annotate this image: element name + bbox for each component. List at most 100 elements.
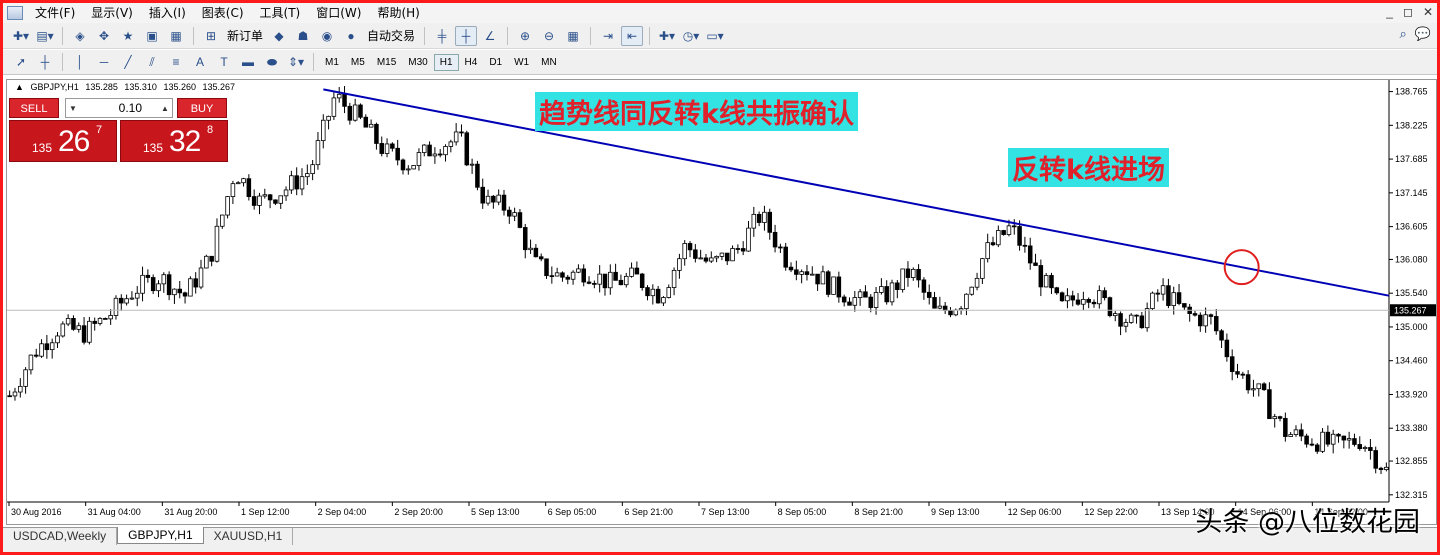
price-tick-label: 136.080 <box>1395 254 1428 264</box>
candle-body <box>953 309 959 316</box>
sell-button[interactable]: SELL <box>9 98 59 118</box>
timeframe-h1[interactable]: H1 <box>433 53 459 71</box>
horizontal-line-icon[interactable]: ─ <box>93 52 115 72</box>
indicators-icon[interactable]: ✚▾ <box>656 26 678 46</box>
timeframe-m1[interactable]: M1 <box>319 54 345 71</box>
tile-windows-icon[interactable]: ▦ <box>562 26 584 46</box>
text-tool-icon[interactable]: A <box>189 52 211 72</box>
signals-icon[interactable]: ☗ <box>292 26 314 46</box>
time-tick-label: 12 Sep 06:00 <box>1008 507 1062 517</box>
menu-help[interactable]: 帮助(H) <box>371 3 429 23</box>
menu-tools[interactable]: 工具(T) <box>254 3 311 23</box>
ellipse-icon[interactable]: ⬬ <box>261 52 283 72</box>
tab-gbpjpy[interactable]: GBPJPY,H1 <box>117 527 204 544</box>
sell-price-box[interactable]: 135 26 7 <box>9 120 117 162</box>
line-chart-icon[interactable]: ∠ <box>479 26 501 46</box>
menu-window[interactable]: 窗口(W) <box>310 3 371 23</box>
candle-body <box>1288 434 1293 437</box>
new-order-icon[interactable]: ⊞ <box>200 26 222 46</box>
candle-body <box>262 194 268 197</box>
close-button[interactable]: ✕ <box>1423 5 1433 19</box>
fibonacci-icon[interactable]: ≡ <box>165 52 187 72</box>
candle-body <box>321 119 326 142</box>
timeframe-d1[interactable]: D1 <box>483 54 508 71</box>
search-icon[interactable]: ⌕ <box>1400 26 1407 42</box>
candle-body <box>831 276 836 295</box>
navigator-icon[interactable]: ✥ <box>93 26 115 46</box>
candle-body <box>1251 388 1256 391</box>
new-order-button[interactable]: 新订单 <box>223 27 267 44</box>
candle-body <box>948 310 953 316</box>
candle-body <box>1203 314 1208 327</box>
symbol-close: 135.267 <box>202 82 236 92</box>
auto-trading-icon[interactable]: ● <box>340 26 362 46</box>
cursor-icon[interactable]: ➚ <box>10 52 32 72</box>
channel-icon[interactable]: ⫽ <box>141 52 163 72</box>
candle-body <box>634 267 640 275</box>
candle-body <box>65 318 71 325</box>
current-price-label: 135.267 <box>1394 305 1427 315</box>
auto-trading-button[interactable]: 自动交易 <box>363 27 419 44</box>
trendline-icon[interactable]: ╱ <box>117 52 139 72</box>
candle-body <box>459 131 464 134</box>
candle-body <box>76 325 82 330</box>
periods-icon[interactable]: ◷▾ <box>680 26 702 46</box>
tab-usdcad[interactable]: USDCAD,Weekly <box>3 528 118 545</box>
candle-body <box>1081 299 1086 305</box>
chat-icon[interactable]: 💬 <box>1415 26 1431 42</box>
candle-body <box>1368 447 1373 451</box>
lot-size-field[interactable]: ▼ 0.10 ▲ <box>65 98 173 118</box>
text-label-icon[interactable]: T <box>213 52 235 72</box>
candle-body <box>698 257 703 260</box>
menu-view[interactable]: 显示(V) <box>85 3 143 23</box>
timeframe-m5[interactable]: M5 <box>345 54 371 71</box>
symbol-expand-icon[interactable]: ▲ <box>15 82 24 92</box>
crosshair-icon[interactable]: ┼ <box>34 52 56 72</box>
candle-body <box>119 297 124 304</box>
menu-file[interactable]: 文件(F) <box>29 3 85 23</box>
candle-body <box>1086 299 1091 303</box>
templates-icon[interactable]: ▭▾ <box>704 26 726 46</box>
metaeditor-icon[interactable]: ◆ <box>268 26 290 46</box>
candle-body <box>289 175 294 191</box>
zoom-out-icon[interactable]: ⊖ <box>538 26 560 46</box>
timeframe-m15[interactable]: M15 <box>371 54 402 71</box>
lot-size-value[interactable]: 0.10 <box>80 101 158 115</box>
strategy-tester-icon[interactable]: ▦ <box>165 26 187 46</box>
radio-icon[interactable]: ◉ <box>316 26 338 46</box>
new-chart-icon[interactable]: ✚▾ <box>10 26 32 46</box>
zoom-in-icon[interactable]: ⊕ <box>514 26 536 46</box>
candle-body <box>23 369 28 387</box>
candle-body <box>71 318 76 330</box>
toolbar-divider <box>62 53 63 71</box>
rectangle-icon[interactable]: ▬ <box>237 52 259 72</box>
arrows-icon[interactable]: ⇕▾ <box>285 52 307 72</box>
menu-charts[interactable]: 图表(C) <box>196 3 254 23</box>
candlestick-icon[interactable]: ┼ <box>455 25 478 46</box>
candle-body <box>932 297 937 309</box>
market-watch-icon[interactable]: ◈ <box>69 26 91 46</box>
vertical-line-icon[interactable]: │ <box>69 52 91 72</box>
time-tick-label: 7 Sep 13:00 <box>701 507 750 517</box>
chart-shift-icon[interactable]: ⇤ <box>621 25 644 46</box>
terminal-icon[interactable]: ▣ <box>141 26 163 46</box>
lot-up-icon[interactable]: ▲ <box>158 104 172 113</box>
restore-button[interactable]: ◻ <box>1403 5 1413 19</box>
timeframe-mn[interactable]: MN <box>535 54 563 71</box>
candle-body <box>103 318 108 320</box>
minimize-button[interactable]: _ <box>1386 5 1393 19</box>
timeframe-h4[interactable]: H4 <box>459 54 484 71</box>
auto-scroll-icon[interactable]: ⇥ <box>597 26 619 46</box>
bar-chart-icon[interactable]: ╪ <box>431 26 453 46</box>
timeframe-m30[interactable]: M30 <box>402 54 433 71</box>
timeframe-w1[interactable]: W1 <box>508 54 535 71</box>
profiles-icon[interactable]: ▤▾ <box>34 26 56 46</box>
chart-window[interactable]: ▲ GBPJPY,H1 135.285 135.310 135.260 135.… <box>6 79 1437 525</box>
favorites-icon[interactable]: ★ <box>117 26 139 46</box>
buy-price-box[interactable]: 135 32 8 <box>120 120 228 162</box>
candle-body <box>1102 290 1107 299</box>
buy-button[interactable]: BUY <box>177 98 227 118</box>
menu-insert[interactable]: 插入(I) <box>143 3 196 23</box>
tab-xauusd[interactable]: XAUUSD,H1 <box>204 528 294 545</box>
lot-down-icon[interactable]: ▼ <box>66 104 80 113</box>
